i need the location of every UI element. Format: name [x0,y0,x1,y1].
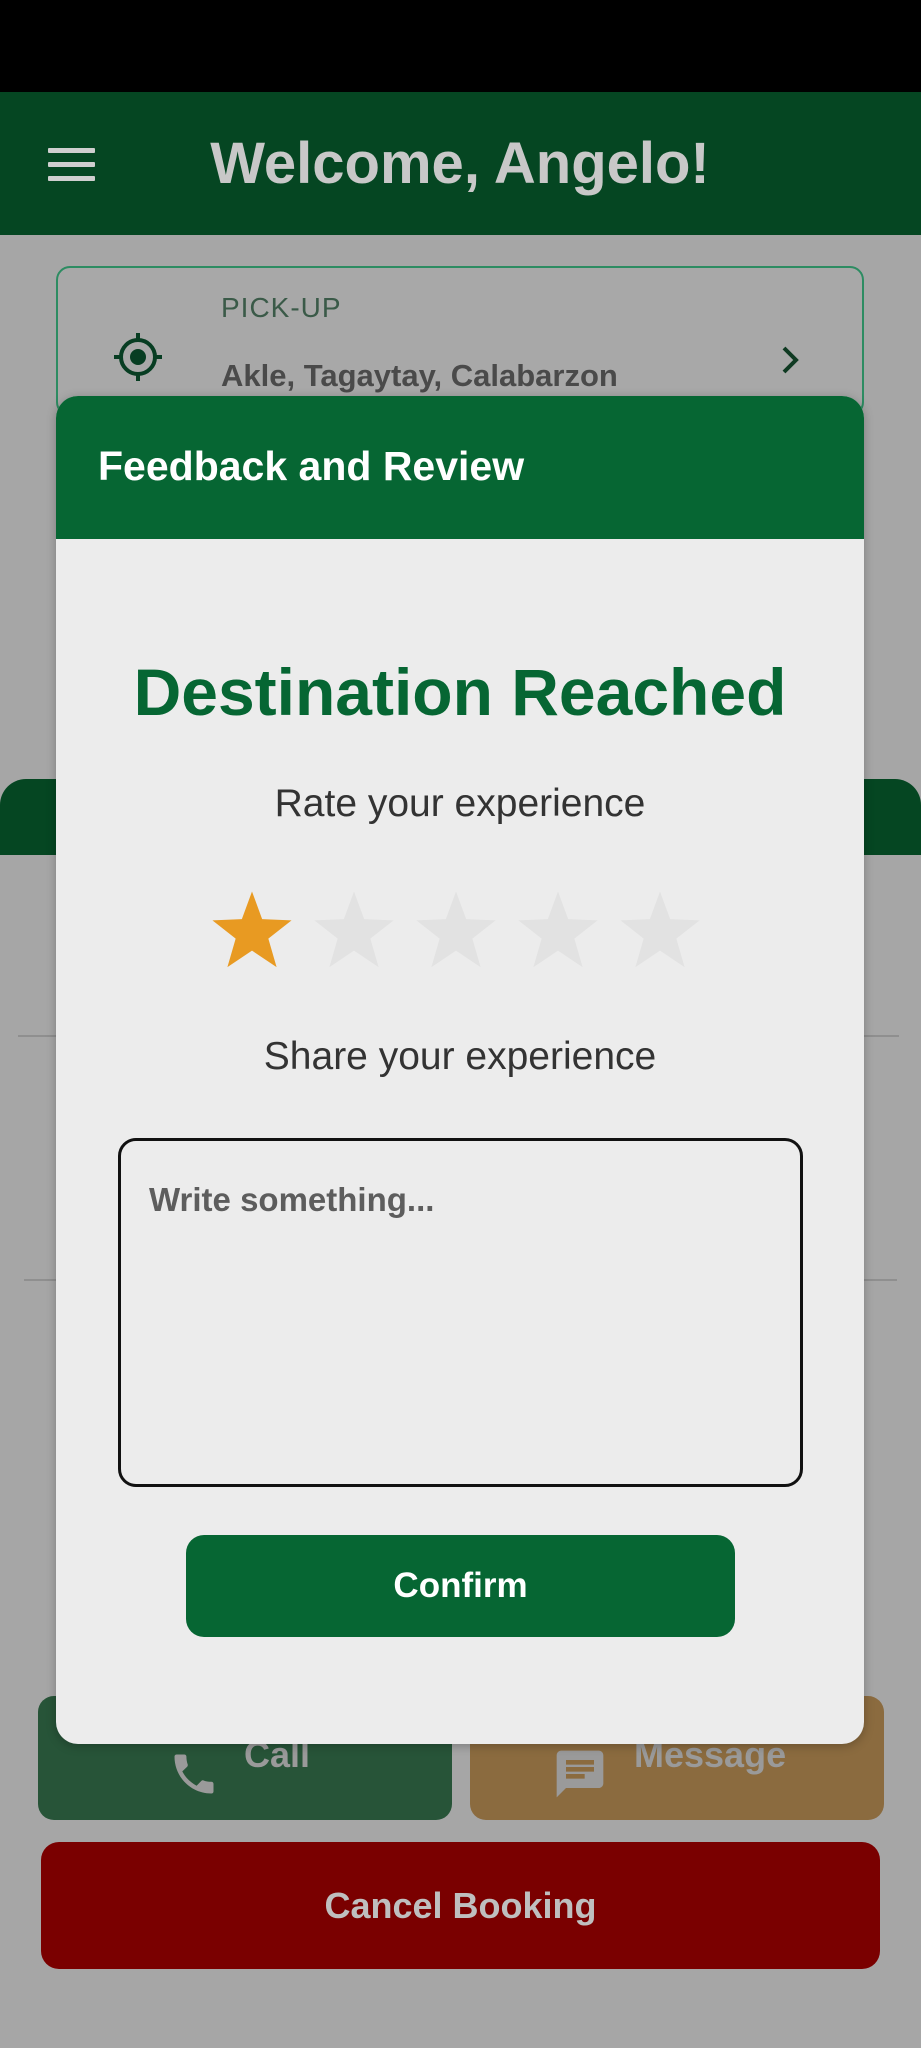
star-filled-icon[interactable] [209,888,295,974]
pickup-label: PICK-UP [221,292,342,323]
cancel-booking-button[interactable]: Cancel Booking [41,1842,880,1969]
page-title: Welcome, Angelo! [210,131,710,196]
rate-label: Rate your experience [274,782,646,825]
share-label: Share your experience [263,1035,657,1078]
feedback-dialog: Feedback and Review Destination Reached … [56,396,864,1744]
dialog-title: Feedback and Review [98,443,525,489]
star-empty-icon[interactable] [413,888,499,974]
status-bar [0,0,921,92]
star-empty-icon[interactable] [617,888,703,974]
star-empty-icon[interactable] [515,888,601,974]
confirm-button[interactable]: Confirm [186,1535,735,1637]
chevron-right-icon[interactable] [776,340,806,380]
hamburger-menu-icon[interactable] [48,148,96,182]
message-icon [556,1750,604,1798]
location-target-icon [114,333,162,381]
pickup-address: Akle, Tagaytay, Calabarzon [221,358,618,393]
feedback-textarea[interactable] [118,1138,803,1487]
dialog-header: Feedback and Review [56,396,864,539]
star-empty-icon[interactable] [311,888,397,974]
destination-reached-heading: Destination Reached [133,655,787,729]
phone-icon [174,1754,214,1794]
